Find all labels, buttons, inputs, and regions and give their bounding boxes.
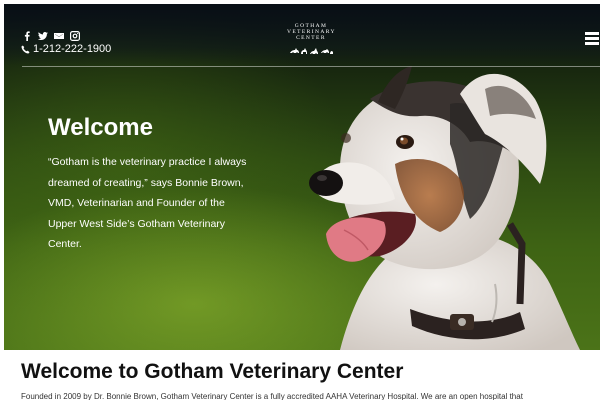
gotham-logo[interactable]: GOTHAM VETERINARY CENTER (287, 23, 335, 60)
instagram-icon[interactable] (70, 31, 80, 41)
intro-paragraph: Founded in 2009 by Dr. Bonnie Brown, Got… (21, 392, 523, 400)
dog-photo (309, 66, 580, 350)
hamburger-menu-icon[interactable] (585, 32, 599, 45)
hero-quote: “Gotham is the veterinary practice I alw… (48, 156, 247, 250)
phone-number: 1-212-222-1900 (33, 43, 112, 55)
hero-title: Welcome (48, 114, 153, 141)
intro-heading: Welcome to Gotham Veterinary Center (21, 360, 404, 383)
logo-text-center: CENTER (296, 35, 326, 41)
animal-silhouettes-icon (287, 42, 335, 60)
hero-banner: 1-212-222-1900 GOTHAM VETERINARY CENTER … (4, 4, 600, 350)
twitter-icon[interactable] (38, 31, 48, 41)
phone-link[interactable]: 1-212-222-1900 (21, 43, 111, 55)
facebook-icon[interactable] (22, 31, 32, 41)
email-icon[interactable] (54, 31, 64, 41)
header-divider (22, 66, 600, 67)
social-links (22, 31, 80, 41)
phone-icon (21, 44, 30, 54)
